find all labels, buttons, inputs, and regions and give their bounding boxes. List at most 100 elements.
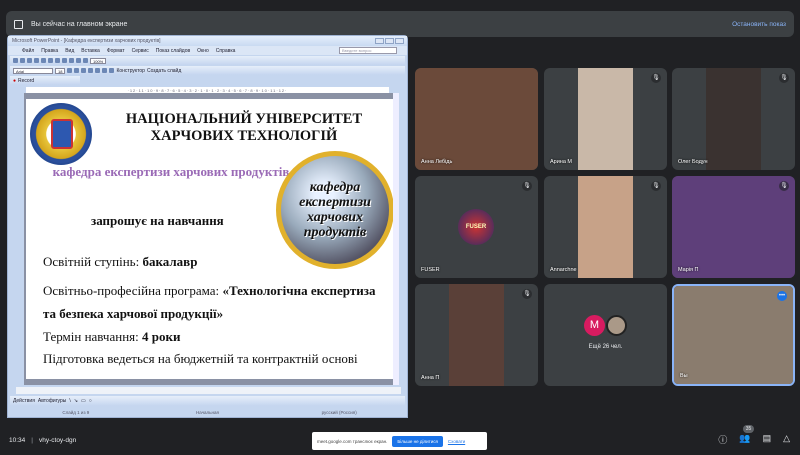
chat-icon[interactable]: ▤ xyxy=(763,433,772,446)
design-name: Начальная xyxy=(196,409,219,415)
university-logo xyxy=(30,103,92,165)
menu-file[interactable]: Файл xyxy=(22,48,34,54)
print-icon[interactable] xyxy=(34,58,39,63)
align-right-icon[interactable] xyxy=(102,68,108,73)
menu-edit[interactable]: Правка xyxy=(41,48,58,54)
participant-name: Арина М xyxy=(550,159,573,165)
table-icon[interactable] xyxy=(76,58,81,63)
participant-name: Annarchne xyxy=(550,267,577,273)
font-size-select[interactable]: 18 xyxy=(55,67,66,74)
menu-slideshow[interactable]: Показ слайдов xyxy=(156,48,190,54)
mic-off-icon: 🎙 xyxy=(651,181,661,191)
font-color-icon[interactable] xyxy=(109,68,115,73)
menu-window[interactable]: Окно xyxy=(197,48,209,54)
slide: НАЦІОНАЛЬНИЙ УНІВЕРСИТЕТ ХАРЧОВИХ ТЕХНОЛ… xyxy=(26,99,394,379)
participant-tile[interactable]: Олег Бодун 🎙 xyxy=(672,68,795,170)
university-title: НАЦІОНАЛЬНИЙ УНІВЕРСИТЕТ ХАРЧОВИХ ТЕХНОЛ… xyxy=(125,111,363,144)
undo-icon[interactable] xyxy=(62,58,67,63)
line-icon[interactable]: \ xyxy=(69,398,70,404)
new-slide-button[interactable]: Создать слайд xyxy=(147,68,181,74)
window-titlebar: Microsoft PowerPoint - [Кафедра експерти… xyxy=(8,36,407,46)
sharing-notification: meet.google.com транслює екран. Більше н… xyxy=(312,432,487,450)
stop-presenting-button[interactable]: Остановить показ xyxy=(732,21,786,28)
arrow-icon[interactable]: ↘ xyxy=(74,398,78,404)
program-line: Освітньо-професійна програма: «Технологі… xyxy=(43,283,376,321)
avatar: M xyxy=(584,315,605,336)
record-icon: ● xyxy=(13,77,17,84)
mic-off-icon: 🎙 xyxy=(779,73,789,83)
participant-tile[interactable]: Вы ••• xyxy=(672,284,795,386)
participant-video xyxy=(415,68,538,170)
record-button[interactable]: Record xyxy=(18,78,34,84)
participant-tile[interactable]: Анна П 🎙 xyxy=(415,284,538,386)
window-title: Microsoft PowerPoint - [Кафедра експерти… xyxy=(12,38,161,44)
hide-button[interactable]: Сховати xyxy=(448,439,465,444)
menu-help[interactable]: Справка xyxy=(216,48,236,54)
powerpoint-window: Microsoft PowerPoint - [Кафедра експерти… xyxy=(7,35,408,418)
globe-text: кафедра експертизи харчових продуктів xyxy=(299,180,371,240)
menu-format[interactable]: Формат xyxy=(107,48,125,54)
autoshapes-menu[interactable]: Автофигуры xyxy=(38,398,66,404)
activities-icon[interactable]: △ xyxy=(783,433,790,446)
invite-text: запрошує на навчання xyxy=(91,213,224,228)
menu-insert[interactable]: Вставка xyxy=(81,48,100,54)
avatar xyxy=(606,315,627,336)
participant-name: Анна Лебідь xyxy=(421,159,453,165)
cut-icon[interactable] xyxy=(41,58,46,63)
mic-off-icon: 🎙 xyxy=(651,73,661,83)
menu-tools[interactable]: Сервис xyxy=(132,48,149,54)
info-icon[interactable]: ⓘ xyxy=(718,433,727,446)
participant-tile[interactable]: Арина М 🎙 xyxy=(544,68,667,170)
participant-tile[interactable]: Annarchne 🎙 xyxy=(544,176,667,278)
actions-menu[interactable]: Действия xyxy=(13,398,35,404)
chart-icon[interactable] xyxy=(83,58,88,63)
participant-tile[interactable]: M Ещё 26 чел. xyxy=(544,284,667,386)
meeting-code: vhy-ctoy-dgn xyxy=(38,436,77,444)
participant-tile[interactable]: FUSER FUSER 🎙 xyxy=(415,176,538,278)
rectangle-icon[interactable]: ▭ xyxy=(81,398,86,404)
people-icon[interactable]: 👥 xyxy=(739,433,750,446)
screen-icon xyxy=(14,19,23,29)
participant-tile[interactable]: Марія П 🎙 xyxy=(672,176,795,278)
formatting-toolbar: Arial 18 Конструктор Создать слайд xyxy=(10,66,405,75)
designer-button[interactable]: Конструктор xyxy=(116,68,145,74)
paste-icon[interactable] xyxy=(55,58,60,63)
share-text: meet.google.com транслює екран. xyxy=(317,438,388,444)
participant-video xyxy=(578,68,633,170)
copy-icon[interactable] xyxy=(48,58,53,63)
participant-name: Марія П xyxy=(678,267,699,273)
italic-icon[interactable] xyxy=(74,68,80,73)
align-left-icon[interactable] xyxy=(88,68,94,73)
underline-icon[interactable] xyxy=(81,68,87,73)
new-icon[interactable] xyxy=(13,58,18,63)
more-options-icon[interactable]: ••• xyxy=(777,291,787,301)
help-search-input[interactable]: Введите вопрос xyxy=(339,47,397,54)
align-center-icon[interactable] xyxy=(95,68,101,73)
bold-icon[interactable] xyxy=(67,68,73,73)
participant-tile[interactable]: Анна Лебідь xyxy=(415,68,538,170)
zoom-select[interactable]: 100% xyxy=(90,57,107,64)
maximize-button[interactable] xyxy=(385,38,394,44)
stop-sharing-button[interactable]: Більше не ділитися xyxy=(392,435,443,447)
participant-video xyxy=(674,286,793,384)
vertical-scrollbar[interactable] xyxy=(393,93,399,385)
minimize-button[interactable] xyxy=(375,38,384,44)
save-icon[interactable] xyxy=(27,58,32,63)
participant-name: FUSER xyxy=(421,267,440,273)
oval-icon[interactable]: ○ xyxy=(89,398,92,404)
mic-off-icon: 🎙 xyxy=(779,181,789,191)
status-bar: Слайд 1 из 9 Начальная русский (Россия) xyxy=(10,408,405,416)
language: русский (Россия) xyxy=(321,409,357,415)
redo-icon[interactable] xyxy=(69,58,74,63)
screen-share-banner: Вы сейчас на главном экране Остановить п… xyxy=(6,11,794,37)
department-globe-logo: кафедра експертизи харчових продуктів xyxy=(276,151,394,269)
font-select[interactable]: Arial xyxy=(13,67,53,74)
slide-counter: Слайд 1 из 9 xyxy=(62,409,90,415)
mic-off-icon: 🎙 xyxy=(522,181,532,191)
open-icon[interactable] xyxy=(20,58,25,63)
menu-view[interactable]: Вид xyxy=(65,48,74,54)
view-buttons-bar[interactable] xyxy=(16,387,401,394)
standard-toolbar: 100% xyxy=(10,56,405,65)
close-button[interactable] xyxy=(395,38,404,44)
participant-video xyxy=(672,176,795,278)
